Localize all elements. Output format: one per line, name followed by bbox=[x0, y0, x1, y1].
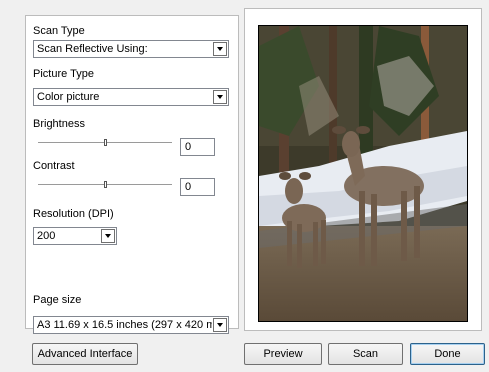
picture-type-dropdown[interactable]: Color picture bbox=[33, 88, 229, 106]
brightness-label: Brightness bbox=[33, 118, 85, 130]
page-size-dropdown[interactable]: A3 11.69 x 16.5 inches (297 x 420 mm) bbox=[33, 316, 229, 334]
picture-type-value: Color picture bbox=[37, 91, 100, 103]
contrast-label: Contrast bbox=[33, 160, 75, 172]
preview-button[interactable]: Preview bbox=[244, 343, 322, 365]
scan-type-value: Scan Reflective Using: bbox=[37, 43, 148, 55]
scan-type-dropdown[interactable]: Scan Reflective Using: bbox=[33, 40, 229, 58]
brightness-input[interactable]: 0 bbox=[180, 138, 215, 156]
picture-type-label: Picture Type bbox=[33, 68, 94, 80]
preview-image bbox=[258, 25, 468, 322]
scan-button[interactable]: Scan bbox=[328, 343, 403, 365]
scan-type-label: Scan Type bbox=[33, 25, 85, 37]
page-size-value: A3 11.69 x 16.5 inches (297 x 420 mm) bbox=[37, 319, 212, 331]
chevron-down-icon[interactable] bbox=[213, 90, 227, 104]
brightness-value: 0 bbox=[185, 141, 192, 153]
contrast-value: 0 bbox=[185, 181, 192, 193]
done-button[interactable]: Done bbox=[410, 343, 485, 365]
deer-photo bbox=[259, 26, 467, 321]
chevron-down-icon[interactable] bbox=[213, 42, 227, 56]
chevron-down-icon[interactable] bbox=[101, 229, 115, 243]
advanced-interface-button[interactable]: Advanced Interface bbox=[32, 343, 138, 365]
resolution-dropdown[interactable]: 200 bbox=[33, 227, 117, 245]
resolution-label: Resolution (DPI) bbox=[33, 208, 114, 220]
brightness-slider-thumb[interactable] bbox=[104, 139, 107, 146]
chevron-down-icon[interactable] bbox=[213, 318, 227, 332]
contrast-slider-thumb[interactable] bbox=[104, 181, 107, 188]
contrast-input[interactable]: 0 bbox=[180, 178, 215, 196]
page-size-label: Page size bbox=[33, 294, 82, 306]
settings-panel bbox=[25, 15, 239, 329]
resolution-value: 200 bbox=[37, 230, 56, 242]
